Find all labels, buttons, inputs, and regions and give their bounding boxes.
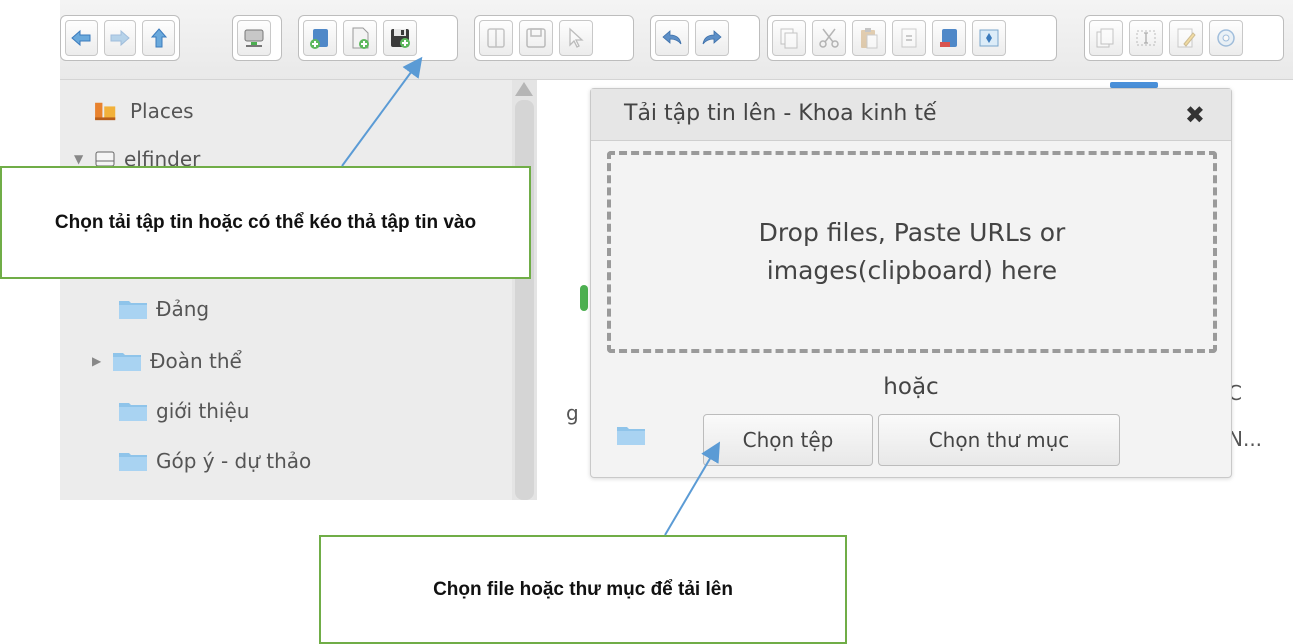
upload-icon	[391, 29, 410, 48]
redo-icon	[702, 30, 722, 45]
toolbar-group-info	[1084, 15, 1284, 61]
help-icon	[1217, 29, 1235, 47]
mkfile-icon	[352, 27, 369, 49]
dialog-titlebar[interactable]: Tải tập tin lên - Khoa kinh tế ✖	[591, 89, 1231, 141]
sidebar-item-label: giới thiệu	[156, 399, 250, 423]
caret-right-icon[interactable]: ▶	[92, 354, 104, 368]
back-button[interactable]	[65, 20, 98, 56]
or-separator: hoặc	[883, 374, 939, 400]
toolbar-group-create	[298, 15, 458, 61]
cut-icon	[819, 28, 839, 48]
choose-file-button[interactable]: Chọn tệp	[703, 414, 873, 466]
redo-button[interactable]	[695, 20, 729, 56]
callout-upload-toolbar: Chọn tải tập tin hoặc có thể kéo thả tập…	[0, 166, 531, 279]
folder-icon	[113, 353, 141, 371]
forward-button[interactable]	[103, 20, 137, 56]
forward-icon	[110, 29, 130, 47]
paste-icon	[861, 28, 878, 49]
help-button[interactable]	[1209, 20, 1243, 56]
rename-button[interactable]	[1129, 20, 1163, 56]
toolbar	[60, 0, 1293, 80]
extract-button[interactable]	[972, 20, 1006, 56]
sidebar-item-places[interactable]: Places	[92, 99, 194, 123]
toolbar-group-network	[232, 15, 282, 61]
sidebar-item-doan-the[interactable]: ▶ Đoàn thể	[92, 349, 242, 373]
download-button[interactable]	[519, 20, 553, 56]
cut-button[interactable]	[812, 20, 846, 56]
caret-down-icon[interactable]: ▼	[74, 152, 86, 166]
mkdir-button[interactable]	[303, 20, 337, 56]
mkdir-icon	[310, 29, 328, 49]
undo-button[interactable]	[655, 20, 689, 56]
scroll-up-icon[interactable]	[515, 82, 533, 96]
folder-icon	[119, 403, 147, 421]
callout-choose-buttons: Chọn file hoặc thư mục để tải lên	[319, 535, 847, 644]
toolbar-group-history	[650, 15, 760, 61]
copy-icon	[780, 28, 798, 49]
drop-zone[interactable]: Drop files, Paste URLs or images(clipboa…	[607, 151, 1217, 353]
extract-icon	[979, 29, 999, 47]
paste-button[interactable]	[852, 20, 886, 56]
sidebar-item-label: Đảng	[156, 297, 210, 321]
close-icon[interactable]: ✖	[1185, 101, 1205, 129]
netmount-button[interactable]	[237, 20, 271, 56]
mkfile-button[interactable]	[343, 20, 377, 56]
toolbar-group-clipboard	[767, 15, 1057, 61]
edit-icon	[1177, 28, 1196, 48]
duplicate-button[interactable]	[892, 20, 926, 56]
open-icon	[487, 28, 505, 48]
sidebar-item-gioi-thieu[interactable]: giới thiệu	[118, 399, 249, 423]
sidebar-tree	[60, 80, 537, 500]
upload-dialog: Tải tập tin lên - Khoa kinh tế ✖ Drop fi…	[590, 88, 1232, 478]
edit-button[interactable]	[1169, 20, 1203, 56]
folder-icon	[119, 301, 147, 319]
open-button[interactable]	[479, 20, 513, 56]
toolbar-group-navigation	[60, 15, 180, 61]
places-icon	[95, 102, 116, 121]
rename-icon	[1136, 30, 1156, 46]
toolbar-group-open	[474, 15, 634, 61]
rm-icon	[940, 29, 957, 47]
back-icon	[71, 29, 91, 47]
workzone-text-fragment: N...	[1228, 427, 1263, 451]
sidebar-item-label: Places	[130, 99, 194, 123]
copy-button[interactable]	[772, 20, 806, 56]
select-icon	[569, 27, 584, 48]
folder-icon	[119, 453, 147, 471]
sidebar-item-gop-y[interactable]: Góp ý - dự thảo	[118, 449, 311, 473]
workzone-item-fragment	[580, 285, 588, 311]
netmount-icon	[244, 29, 264, 47]
sidebar-item-dang[interactable]: Đảng	[118, 297, 209, 321]
workzone-text-fragment: g	[566, 401, 579, 425]
up-button[interactable]	[142, 20, 176, 56]
duplicate-icon	[901, 28, 917, 48]
undo-icon	[662, 30, 682, 45]
select-button[interactable]	[559, 20, 593, 56]
rm-button[interactable]	[932, 20, 966, 56]
info-icon	[1096, 28, 1114, 48]
sidebar-scrollbar[interactable]	[512, 80, 537, 500]
info-button[interactable]	[1089, 20, 1123, 56]
scrollbar-thumb[interactable]	[515, 100, 534, 500]
drop-zone-text: Drop files, Paste URLs or images(clipboa…	[758, 218, 1066, 285]
dialog-title: Tải tập tin lên - Khoa kinh tế	[624, 101, 937, 126]
up-icon	[150, 28, 167, 48]
choose-folder-button[interactable]: Chọn thư mục	[878, 414, 1120, 466]
download-icon	[526, 28, 546, 48]
sidebar-item-label: Góp ý - dự thảo	[156, 449, 312, 473]
upload-button[interactable]	[383, 20, 417, 56]
folder-icon	[617, 427, 645, 445]
sidebar-item-label: Đoàn thể	[150, 349, 242, 373]
